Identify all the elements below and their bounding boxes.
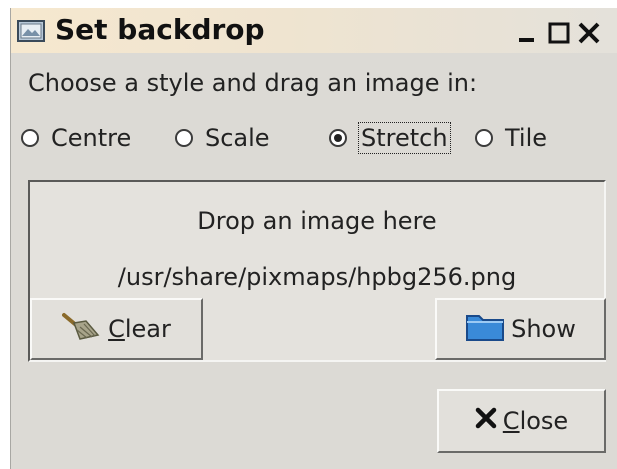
close-icon[interactable]	[577, 22, 601, 44]
radio-tile[interactable]: Tile	[475, 120, 547, 156]
x-icon	[475, 407, 497, 435]
backdrop-app-icon	[17, 20, 45, 42]
show-button[interactable]: Show	[435, 298, 606, 360]
radio-stretch-label: Stretch	[358, 122, 451, 154]
folder-icon	[465, 310, 505, 348]
show-label: Show	[511, 315, 576, 343]
radio-scale-indicator[interactable]	[175, 129, 193, 147]
set-backdrop-window: Set backdrop Choose a style and drag an …	[10, 8, 617, 469]
title-bar[interactable]: Set backdrop	[11, 8, 617, 53]
window-title: Set backdrop	[55, 13, 265, 46]
radio-centre-label: Centre	[51, 124, 132, 152]
radio-stretch-indicator[interactable]	[329, 129, 347, 147]
close-label: Close	[502, 407, 569, 435]
radio-tile-indicator[interactable]	[475, 129, 493, 147]
broom-icon	[62, 311, 102, 347]
maximize-icon[interactable]	[547, 22, 571, 44]
minimize-icon[interactable]	[516, 22, 540, 44]
radio-tile-label: Tile	[505, 124, 548, 152]
radio-stretch[interactable]: Stretch	[329, 120, 451, 156]
radio-scale[interactable]: Scale	[175, 120, 270, 156]
radio-centre[interactable]: Centre	[21, 120, 131, 156]
drop-hint: Drop an image here	[197, 207, 437, 235]
style-radio-group: Centre Scale Stretch Tile	[11, 120, 617, 156]
clear-button[interactable]: Clear	[30, 298, 203, 360]
radio-centre-indicator[interactable]	[21, 129, 39, 147]
close-button[interactable]: Close	[437, 389, 606, 453]
radio-scale-label: Scale	[205, 124, 270, 152]
image-path: /usr/share/pixmaps/hpbg256.png	[117, 263, 517, 291]
instructions-label: Choose a style and drag an image in:	[28, 69, 478, 97]
clear-label: Clear	[108, 315, 171, 343]
